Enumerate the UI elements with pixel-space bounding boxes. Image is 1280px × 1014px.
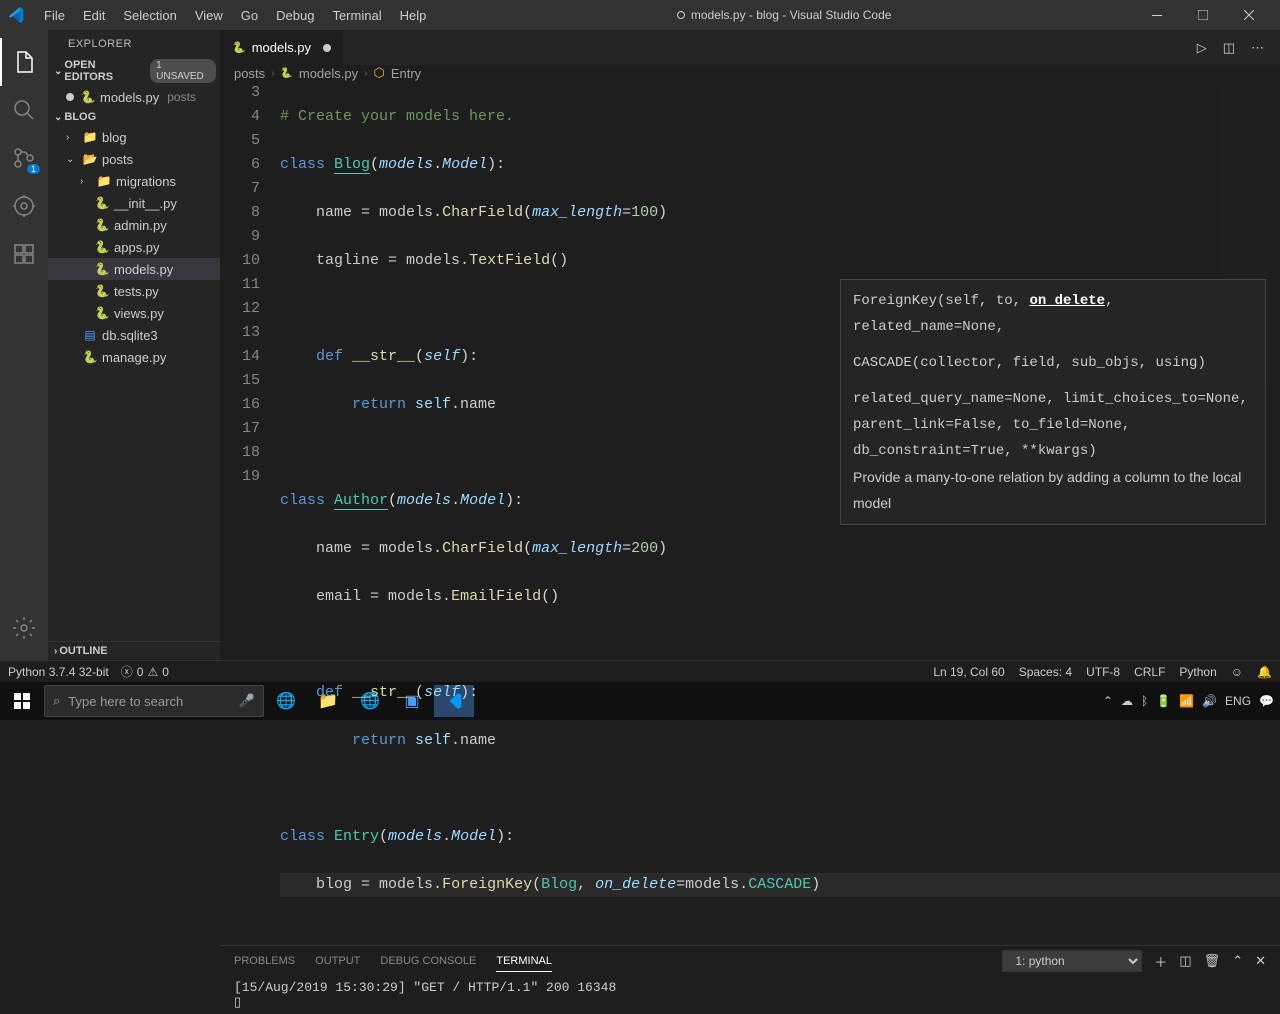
file-apps[interactable]: 🐍apps.py [48,236,220,258]
sidebar-title: EXPLORER [48,30,220,56]
editor-tabs: 🐍 models.py ▷ ◫ ⋯ [220,30,1280,65]
file-manage[interactable]: 🐍manage.py [48,346,220,368]
file-init[interactable]: 🐍__init__.py [48,192,220,214]
panel-tab-terminal[interactable]: TERMINAL [496,951,552,972]
python-icon: 🐍 [94,284,110,298]
window-title: models.py - blog - Visual Studio Code [434,8,1134,22]
panel-tabs: PROBLEMS OUTPUT DEBUG CONSOLE TERMINAL 1… [220,946,1280,976]
folder-blog[interactable]: ›📁blog [48,126,220,148]
folder-icon: 📂 [82,152,98,166]
panel-tab-debug[interactable]: DEBUG CONSOLE [380,951,476,971]
panel-tab-output[interactable]: OUTPUT [315,951,360,971]
python-icon: 🐍 [94,262,110,276]
folder-icon: 📁 [96,174,112,188]
terminal-content[interactable]: [15/Aug/2019 15:30:29] "GET / HTTP/1.1" … [220,976,1280,1014]
python-icon: 🐍 [94,306,110,320]
python-icon: 🐍 [94,196,110,210]
tab-models[interactable]: 🐍 models.py [220,30,343,65]
menu-bar: File Edit Selection View Go Debug Termin… [36,4,434,27]
unsaved-badge: 1 UNSAVED [150,59,216,83]
activity-settings-icon[interactable] [0,604,48,652]
file-views[interactable]: 🐍views.py [48,302,220,324]
file-models[interactable]: 🐍models.py [48,258,220,280]
close-panel-button[interactable]: ✕ [1255,953,1266,969]
outline-section[interactable]: › OUTLINE [48,641,220,660]
new-terminal-button[interactable]: ＋ [1154,952,1167,971]
status-problems[interactable]: ⓧ0 ⚠0 [121,663,169,680]
editor-area: 🐍 models.py ▷ ◫ ⋯ posts› 🐍models.py› ⬡En… [220,30,1280,660]
window-controls [1134,0,1272,30]
menu-help[interactable]: Help [392,4,435,27]
activity-debug-icon[interactable] [0,182,48,230]
python-icon: 🐍 [94,218,110,232]
python-icon: 🐍 [280,68,292,79]
split-terminal-button[interactable]: ◫ [1179,953,1191,969]
dirty-indicator-icon [323,44,331,52]
panel: PROBLEMS OUTPUT DEBUG CONSOLE TERMINAL 1… [220,945,1280,1014]
file-tests[interactable]: 🐍tests.py [48,280,220,302]
split-editor-button[interactable]: ◫ [1219,36,1239,60]
error-icon: ⓧ [121,663,133,680]
menu-debug[interactable]: Debug [268,4,322,27]
python-icon: 🐍 [82,350,98,364]
python-icon: 🐍 [94,240,110,254]
status-python[interactable]: Python 3.7.4 32-bit [8,665,109,679]
kill-terminal-button[interactable]: 🗑 [1204,953,1221,969]
breadcrumb[interactable]: posts› 🐍models.py› ⬡Entry [220,65,1280,81]
menu-view[interactable]: View [187,4,231,27]
signature-help-popup: ForeignKey(self, to, on_delete, related_… [840,279,1266,525]
activity-explorer-icon[interactable] [0,38,48,86]
folder-icon: 📁 [82,130,98,144]
activity-bar: 1 [0,30,48,660]
menu-file[interactable]: File [36,4,73,27]
more-actions-button[interactable]: ⋯ [1247,36,1268,60]
scm-badge: 1 [27,164,40,174]
menu-selection[interactable]: Selection [115,4,184,27]
titlebar: File Edit Selection View Go Debug Termin… [0,0,1280,30]
file-admin[interactable]: 🐍admin.py [48,214,220,236]
python-icon: 🐍 [80,90,96,104]
open-editor-item[interactable]: 🐍 models.py posts [48,86,220,108]
activity-search-icon[interactable] [0,86,48,134]
menu-go[interactable]: Go [233,4,266,27]
python-icon: 🐍 [232,41,246,54]
folder-posts[interactable]: ⌄📂posts [48,148,220,170]
menu-edit[interactable]: Edit [75,4,113,27]
activity-scm-icon[interactable]: 1 [0,134,48,182]
run-button[interactable]: ▷ [1193,36,1211,60]
file-db[interactable]: ▤db.sqlite3 [48,324,220,346]
file-tree: ›📁blog ⌄📂posts ›📁migrations 🐍__init__.py… [48,126,220,368]
sidebar: EXPLORER ⌄ OPEN EDITORS 1 UNSAVED 🐍 mode… [48,30,220,660]
search-icon: ⌕ [53,693,60,709]
workspace-section[interactable]: ⌄ BLOG [48,108,220,126]
minimize-button[interactable] [1134,0,1180,30]
menu-terminal[interactable]: Terminal [324,4,389,27]
maximize-button[interactable] [1180,0,1226,30]
warning-icon: ⚠ [147,665,158,679]
open-editors-section[interactable]: ⌄ OPEN EDITORS 1 UNSAVED [48,56,220,86]
activity-extensions-icon[interactable] [0,230,48,278]
start-button[interactable] [2,685,42,717]
line-gutter: 345678910111213141516171819 [220,81,280,945]
vscode-icon [8,7,24,23]
database-icon: ▤ [82,328,98,342]
terminal-select[interactable]: 1: python [1002,950,1142,972]
folder-migrations[interactable]: ›📁migrations [48,170,220,192]
close-button[interactable] [1226,0,1272,30]
panel-tab-problems[interactable]: PROBLEMS [234,951,295,971]
maximize-panel-button[interactable]: ⌃ [1232,953,1243,969]
